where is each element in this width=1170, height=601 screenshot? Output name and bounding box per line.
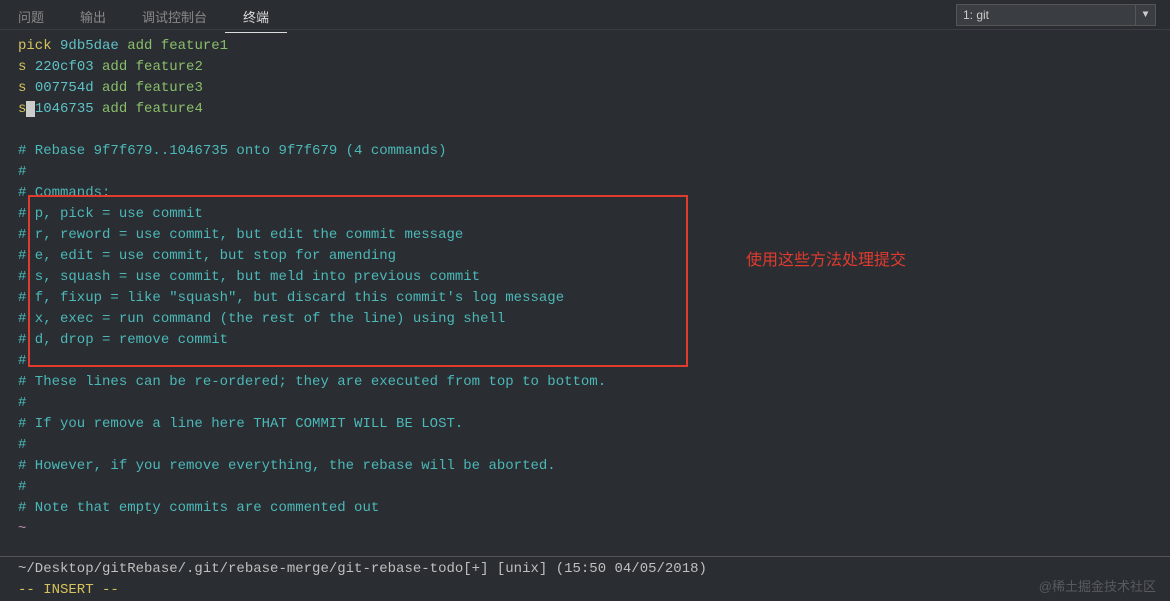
terminal-line: #	[18, 351, 1168, 372]
terminal-select-value: 1: git	[957, 7, 1135, 23]
terminal-line: # If you remove a line here THAT COMMIT …	[18, 414, 1168, 435]
vim-status-line: ~/Desktop/gitRebase/.git/rebase-merge/gi…	[18, 561, 1170, 577]
annotation-text: 使用这些方法处理提交	[746, 246, 906, 270]
terminal-line: #	[18, 435, 1168, 456]
tab-terminal[interactable]: 终端	[225, 3, 287, 33]
terminal-line: s 220cf03 add feature2	[18, 57, 1168, 78]
terminal-content[interactable]: pick 9db5dae add feature1s 220cf03 add f…	[0, 30, 1170, 542]
watermark: @稀土掘金技术社区	[1039, 576, 1156, 595]
chevron-down-icon: ▼	[1135, 5, 1155, 25]
terminal-line: # However, if you remove everything, the…	[18, 456, 1168, 477]
tab-problems[interactable]: 问题	[0, 3, 62, 32]
terminal-line	[18, 120, 1168, 141]
terminal-line: pick 9db5dae add feature1	[18, 36, 1168, 57]
terminal-line: #	[18, 393, 1168, 414]
terminal-line: # Commands:	[18, 183, 1168, 204]
divider	[0, 556, 1170, 557]
terminal-line: # Rebase 9f7f679..1046735 onto 9f7f679 (…	[18, 141, 1168, 162]
terminal-line: # d, drop = remove commit	[18, 330, 1168, 351]
terminal-line: # Note that empty commits are commented …	[18, 498, 1168, 519]
terminal-line: s 1046735 add feature4	[18, 99, 1168, 120]
terminal-line: # x, exec = run command (the rest of the…	[18, 309, 1168, 330]
terminal-line: # These lines can be re-ordered; they ar…	[18, 372, 1168, 393]
terminal-select[interactable]: 1: git ▼	[956, 4, 1156, 26]
tab-debug-console[interactable]: 调试控制台	[124, 3, 225, 32]
terminal-line: # f, fixup = like "squash", but discard …	[18, 288, 1168, 309]
terminal-line: s 007754d add feature3	[18, 78, 1168, 99]
tab-output[interactable]: 输出	[62, 3, 124, 32]
terminal-line: #	[18, 477, 1168, 498]
terminal-line: # p, pick = use commit	[18, 204, 1168, 225]
vim-mode: -- INSERT --	[18, 582, 119, 598]
terminal-line: #	[18, 162, 1168, 183]
terminal-line: # e, edit = use commit, but stop for ame…	[18, 246, 1168, 267]
terminal-line: # r, reword = use commit, but edit the c…	[18, 225, 1168, 246]
terminal-line: ~	[18, 519, 1168, 540]
terminal-line: # s, squash = use commit, but meld into …	[18, 267, 1168, 288]
